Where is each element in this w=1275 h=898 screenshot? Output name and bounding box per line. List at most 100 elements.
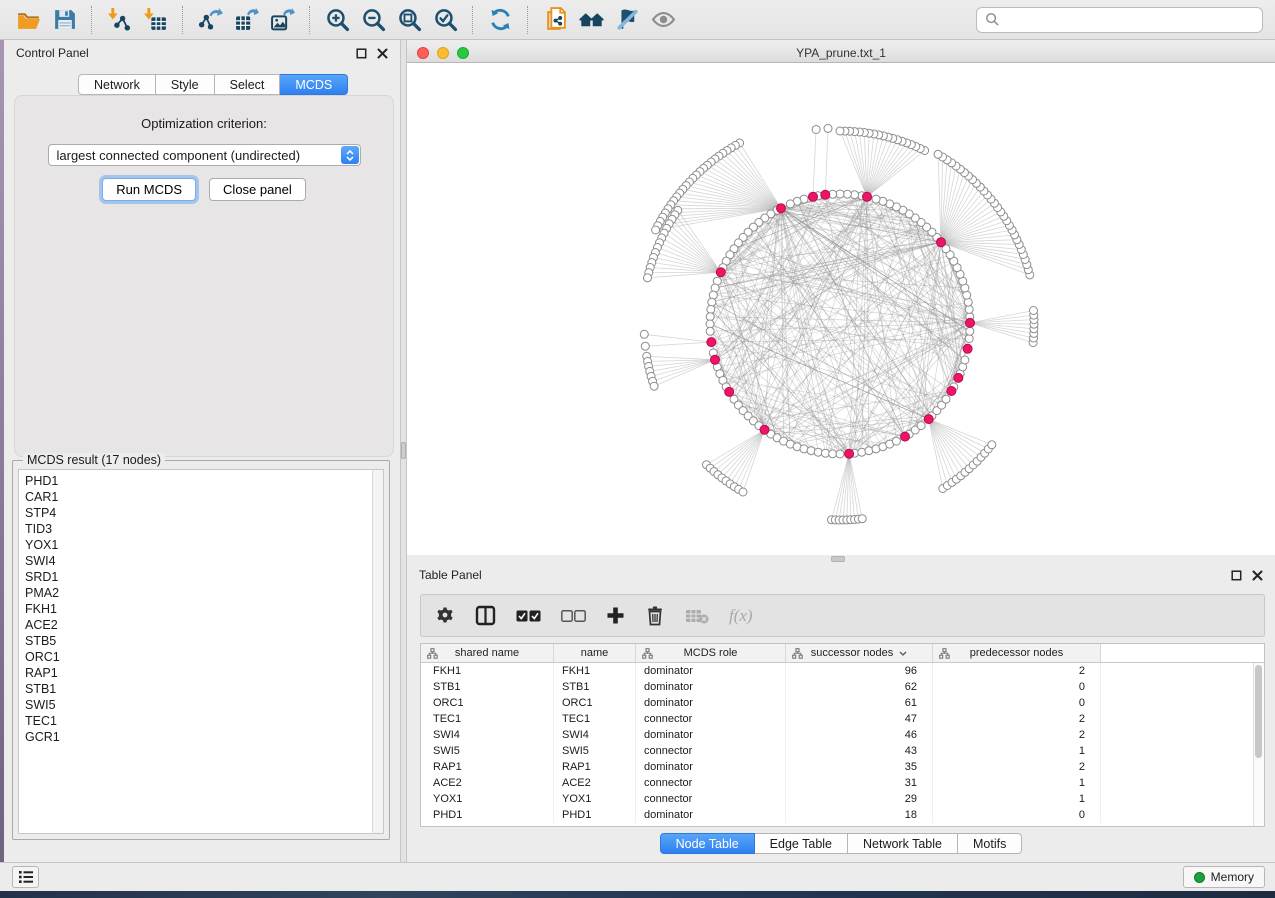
cell[interactable]: 46	[786, 727, 933, 743]
cell[interactable]: dominator	[636, 679, 786, 695]
tab-style[interactable]: Style	[156, 74, 215, 95]
cell[interactable]: connector	[636, 775, 786, 791]
cell[interactable]: SWI4	[554, 727, 636, 743]
criterion-select[interactable]: largest connected component (undirected)	[48, 144, 361, 166]
vertical-splitter[interactable]	[400, 40, 407, 862]
table-row[interactable]: ORC1ORC1dominator610	[421, 695, 1264, 711]
run-mcds-button[interactable]: Run MCDS	[102, 178, 196, 201]
cell[interactable]: 96	[786, 663, 933, 679]
table-row[interactable]: RAP1RAP1dominator352	[421, 759, 1264, 775]
cell[interactable]: 29	[786, 791, 933, 807]
float-panel-icon[interactable]	[1231, 570, 1242, 581]
cell[interactable]: 1	[933, 791, 1101, 807]
close-panel-button[interactable]: Close panel	[209, 178, 306, 201]
cell[interactable]: PHD1	[421, 807, 554, 823]
cell[interactable]: 1	[933, 743, 1101, 759]
cell[interactable]: 47	[786, 711, 933, 727]
zoom-in-icon[interactable]	[319, 4, 355, 36]
mcds-result-item[interactable]: ACE2	[25, 617, 383, 633]
table-scrollbar-thumb[interactable]	[1255, 665, 1262, 758]
table-row[interactable]: SWI5SWI5connector431	[421, 743, 1264, 759]
cell[interactable]: dominator	[636, 695, 786, 711]
task-history-button[interactable]	[12, 866, 39, 888]
cell[interactable]: 0	[933, 807, 1101, 823]
add-column-icon[interactable]	[606, 606, 625, 625]
function-builder-icon[interactable]: f(x)	[729, 606, 753, 626]
cell[interactable]: 31	[786, 775, 933, 791]
cell[interactable]: RAP1	[421, 759, 554, 775]
cell[interactable]: YOX1	[421, 791, 554, 807]
table-row[interactable]: SWI4SWI4dominator462	[421, 727, 1264, 743]
tab-node-table[interactable]: Node Table	[660, 833, 755, 854]
eye-icon[interactable]	[645, 4, 681, 36]
cell[interactable]: PHD1	[554, 807, 636, 823]
cell[interactable]: 2	[933, 759, 1101, 775]
global-search[interactable]	[976, 7, 1263, 33]
table-scrollbar[interactable]	[1253, 663, 1264, 826]
cell[interactable]: 43	[786, 743, 933, 759]
mcds-result-scrollbar[interactable]	[372, 469, 384, 834]
splitter-grip[interactable]	[401, 442, 406, 459]
zoom-selected-icon[interactable]	[427, 4, 463, 36]
cell[interactable]: 2	[933, 727, 1101, 743]
deselect-checkboxes-icon[interactable]	[561, 610, 586, 622]
export-table-icon[interactable]	[228, 4, 264, 36]
mcds-result-item[interactable]: PHD1	[25, 473, 383, 489]
delete-column-icon[interactable]	[645, 605, 665, 626]
cell[interactable]: 35	[786, 759, 933, 775]
cell[interactable]: 0	[933, 695, 1101, 711]
zoom-out-icon[interactable]	[355, 4, 391, 36]
cell[interactable]: 1	[933, 775, 1101, 791]
memory-button[interactable]: Memory	[1183, 866, 1265, 888]
mcds-result-item[interactable]: STB1	[25, 681, 383, 697]
close-panel-icon[interactable]	[377, 48, 388, 59]
cell[interactable]: FKH1	[554, 663, 636, 679]
tab-select[interactable]: Select	[215, 74, 281, 95]
cell[interactable]: dominator	[636, 663, 786, 679]
float-panel-icon[interactable]	[356, 48, 367, 59]
cell[interactable]: STB1	[554, 679, 636, 695]
cell[interactable]: SWI5	[554, 743, 636, 759]
cell[interactable]: dominator	[636, 727, 786, 743]
cell[interactable]: 61	[786, 695, 933, 711]
cell[interactable]: ORC1	[554, 695, 636, 711]
cell[interactable]: ACE2	[421, 775, 554, 791]
cell[interactable]: dominator	[636, 807, 786, 823]
node-table[interactable]: shared namenameMCDS rolesuccessor nodesp…	[420, 643, 1265, 827]
tab-network[interactable]: Network	[78, 74, 156, 95]
column-header-predecessor-nodes[interactable]: predecessor nodes	[933, 644, 1101, 662]
zoom-fit-icon[interactable]	[391, 4, 427, 36]
select-all-checkboxes-icon[interactable]	[516, 610, 541, 622]
cell[interactable]: STB1	[421, 679, 554, 695]
cell[interactable]: connector	[636, 791, 786, 807]
cell[interactable]: connector	[636, 743, 786, 759]
tab-motifs[interactable]: Motifs	[958, 833, 1022, 854]
table-row[interactable]: YOX1YOX1connector291	[421, 791, 1264, 807]
houses-icon[interactable]	[573, 4, 609, 36]
cell[interactable]: 2	[933, 711, 1101, 727]
export-network-icon[interactable]	[192, 4, 228, 36]
cell[interactable]: SWI4	[421, 727, 554, 743]
refresh-icon[interactable]	[482, 4, 518, 36]
tab-edge-table[interactable]: Edge Table	[755, 833, 848, 854]
cell[interactable]: RAP1	[554, 759, 636, 775]
mcds-result-item[interactable]: FKH1	[25, 601, 383, 617]
open-folder-icon[interactable]	[10, 4, 46, 36]
mcds-result-item[interactable]: TEC1	[25, 713, 383, 729]
mcds-result-item[interactable]: STB5	[25, 633, 383, 649]
column-header-shared-name[interactable]: shared name	[421, 644, 554, 662]
delete-table-icon[interactable]	[685, 607, 709, 625]
cell[interactable]: TEC1	[421, 711, 554, 727]
table-row[interactable]: TEC1TEC1connector472	[421, 711, 1264, 727]
cell[interactable]: ORC1	[421, 695, 554, 711]
mcds-result-item[interactable]: STP4	[25, 505, 383, 521]
gear-icon[interactable]	[435, 606, 455, 626]
mcds-result-item[interactable]: SWI4	[25, 553, 383, 569]
cell[interactable]: connector	[636, 711, 786, 727]
column-header-name[interactable]: name	[554, 644, 636, 662]
mcds-result-item[interactable]: ORC1	[25, 649, 383, 665]
cell[interactable]: FKH1	[421, 663, 554, 679]
mcds-result-item[interactable]: RAP1	[25, 665, 383, 681]
table-row[interactable]: FKH1FKH1dominator962	[421, 663, 1264, 679]
cell[interactable]: 62	[786, 679, 933, 695]
